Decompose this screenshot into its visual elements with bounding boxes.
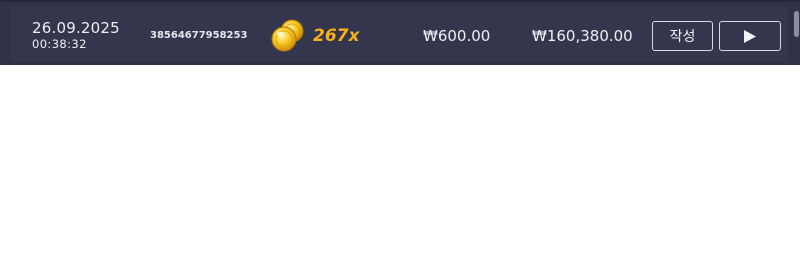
scrollbar[interactable] — [794, 11, 799, 37]
bet-amount: ₩600.00 — [423, 27, 491, 45]
write-button[interactable]: 작성 — [652, 21, 713, 51]
round-id: 38564677958253 — [150, 30, 248, 41]
win-multiplier: 267x — [313, 26, 360, 46]
payout-amount: ₩160,380.00 — [532, 27, 633, 45]
play-icon — [744, 29, 756, 43]
bet-date: 26.09.2025 — [32, 19, 120, 37]
gold-coins-icon — [270, 18, 306, 54]
replay-button[interactable] — [719, 21, 781, 51]
bet-history-panel: 26.09.2025 00:38:32 38564677958253 267x … — [0, 0, 800, 65]
bet-time: 00:38:32 — [32, 37, 87, 51]
